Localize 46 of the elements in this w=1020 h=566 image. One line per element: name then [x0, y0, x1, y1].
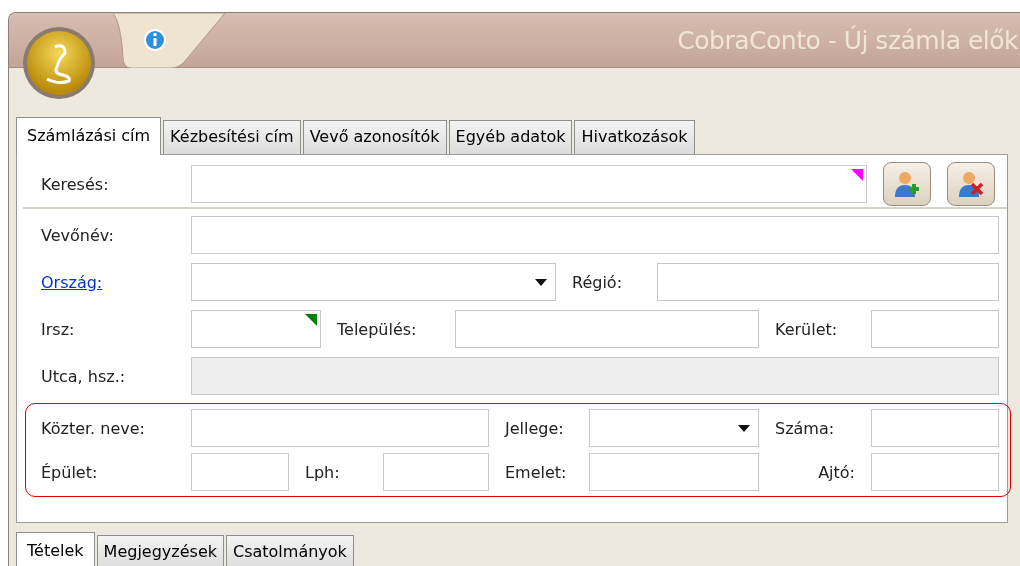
- tab[interactable]: Tételek: [16, 532, 95, 566]
- field-label: Irsz:: [40, 319, 76, 339]
- input-field[interactable]: [191, 409, 489, 447]
- remove-person-button[interactable]: [947, 162, 995, 206]
- tab[interactable]: Egyéb adatok: [448, 120, 573, 154]
- field-label: Lph:: [305, 462, 341, 482]
- tab[interactable]: Megjegyzések: [96, 535, 224, 566]
- input-field[interactable]: [191, 216, 999, 254]
- field-label: Épület:: [40, 462, 99, 482]
- snake-logo-icon[interactable]: [21, 25, 97, 101]
- field-label: Keresés:: [40, 174, 110, 194]
- field-label: Kerület:: [775, 319, 839, 339]
- field-label: Ajtó:: [817, 462, 855, 482]
- tab[interactable]: Vevő azonosítók: [302, 120, 447, 154]
- input-field[interactable]: [191, 310, 321, 348]
- input-field[interactable]: [455, 310, 759, 348]
- input-field[interactable]: [589, 453, 759, 491]
- tab[interactable]: Számlázási cím: [16, 117, 162, 155]
- field-label: Jellege:: [505, 418, 565, 438]
- field-label: Település:: [337, 319, 418, 339]
- input-field[interactable]: [871, 453, 999, 491]
- field-label: Emelet:: [505, 462, 568, 482]
- person-cross-icon: [956, 169, 986, 199]
- tab[interactable]: Kézbesítési cím: [163, 120, 301, 154]
- caret-icon: [738, 424, 750, 432]
- tab[interactable]: Csatolmányok: [226, 535, 354, 566]
- field-label: Közter. neve:: [40, 418, 146, 438]
- window-title: CobraConto - Új számla elők: [677, 25, 1019, 55]
- info-tab[interactable]: [113, 13, 225, 68]
- field-label: Száma:: [775, 418, 836, 438]
- input-field[interactable]: [657, 263, 999, 301]
- caret-icon: [535, 278, 547, 286]
- input-field[interactable]: [191, 165, 867, 203]
- add-person-button[interactable]: [883, 162, 931, 206]
- field-label: Régió:: [572, 272, 624, 292]
- input-field[interactable]: [871, 409, 999, 447]
- field-label: Utca, hsz.:: [40, 366, 127, 386]
- input-field[interactable]: [383, 453, 489, 491]
- person-plus-icon: [892, 169, 922, 199]
- field-label: Vevőnév:: [40, 225, 115, 245]
- dropdown-field[interactable]: [589, 409, 759, 447]
- input-field[interactable]: [871, 310, 999, 348]
- tab[interactable]: Hivatkozások: [574, 120, 695, 154]
- country-link[interactable]: Ország:: [31, 272, 175, 292]
- input-field[interactable]: [191, 453, 289, 491]
- dropdown-field[interactable]: [191, 263, 556, 301]
